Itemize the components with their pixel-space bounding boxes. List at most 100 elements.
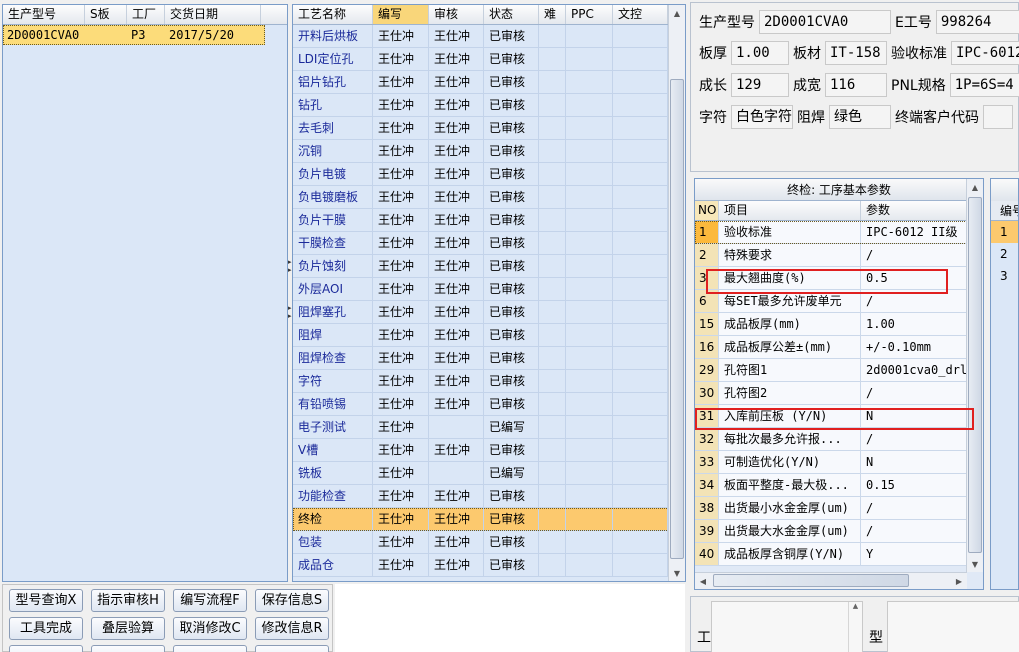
process-author: 王仕冲 bbox=[373, 94, 429, 116]
param-row[interactable]: 38 出货最小水金金厚(um) / bbox=[695, 497, 967, 520]
process-row[interactable]: 铣板 王仕冲 已编写 bbox=[293, 462, 685, 485]
process-row[interactable]: 负片蚀刻 王仕冲 王仕冲 已审核 bbox=[293, 255, 685, 278]
scroll-thumb[interactable] bbox=[670, 79, 684, 559]
col-author[interactable]: 编写 bbox=[373, 5, 429, 24]
process-row[interactable]: 成品仓 王仕冲 王仕冲 已审核 bbox=[293, 554, 685, 577]
process-row[interactable]: 功能检查 王仕冲 王仕冲 已审核 bbox=[293, 485, 685, 508]
process-row[interactable]: 钻孔 王仕冲 王仕冲 已审核 bbox=[293, 94, 685, 117]
partial-button[interactable] bbox=[173, 645, 247, 652]
process-row[interactable]: 电子测试 王仕冲 已编写 bbox=[293, 416, 685, 439]
process-row[interactable]: 有铅喷锡 王仕冲 王仕冲 已审核 bbox=[293, 393, 685, 416]
param-row[interactable]: 15 成品板厚(mm) 1.00 bbox=[695, 313, 967, 336]
col-value[interactable]: 参数 bbox=[861, 201, 967, 220]
col-doc-control[interactable]: 文控 bbox=[613, 5, 668, 24]
scroll-left-icon[interactable]: ◀ bbox=[695, 573, 711, 589]
scroll-up-icon[interactable]: ▲ bbox=[848, 602, 862, 652]
action-button-area: 型号查询X 指示审核H 编写流程F 保存信息S 工具完成 叠层验算 取消修改C … bbox=[2, 584, 333, 652]
bottom-text-area-b[interactable] bbox=[887, 601, 1019, 652]
side-grid-row[interactable]: 3 bbox=[991, 265, 1018, 287]
pnl-field[interactable]: 1P=6S=4 bbox=[949, 73, 1019, 97]
material-field[interactable]: IT-158 bbox=[825, 41, 887, 65]
length-field[interactable]: 129 bbox=[731, 73, 789, 97]
param-item: 出货最小水金金厚(um) bbox=[719, 497, 861, 519]
process-row[interactable]: 外层AOI 王仕冲 王仕冲 已审核 bbox=[293, 278, 685, 301]
process-row[interactable]: 铝片钻孔 王仕冲 王仕冲 已审核 bbox=[293, 71, 685, 94]
instruction-review-button[interactable]: 指示审核H bbox=[91, 589, 165, 612]
scroll-up-icon[interactable]: ▲ bbox=[669, 5, 685, 21]
param-row[interactable]: 39 出货最大水金金厚(um) / bbox=[695, 520, 967, 543]
side-grid-row[interactable]: 2 bbox=[991, 243, 1018, 265]
bottom-text-area-a[interactable]: ▲ bbox=[711, 601, 863, 652]
scroll-up-icon[interactable]: ▲ bbox=[967, 179, 983, 195]
cancel-modify-button[interactable]: 取消修改C bbox=[173, 617, 247, 640]
col-process-name[interactable]: 工艺名称 bbox=[293, 5, 373, 24]
col-ppc[interactable]: PPC bbox=[566, 5, 613, 24]
col-factory-header[interactable]: 工厂 bbox=[127, 5, 165, 24]
silk-field[interactable]: 白色字符 bbox=[731, 105, 793, 129]
scroll-down-icon[interactable]: ▼ bbox=[669, 565, 685, 581]
process-row[interactable]: 阻焊 王仕冲 王仕冲 已审核 bbox=[293, 324, 685, 347]
process-row[interactable]: 开料后烘板 王仕冲 王仕冲 已审核 bbox=[293, 25, 685, 48]
side-grid-row[interactable]: 1 bbox=[991, 221, 1018, 243]
param-row[interactable]: 16 成品板厚公差±(mm) +/-0.10mm bbox=[695, 336, 967, 359]
process-row[interactable]: 字符 王仕冲 王仕冲 已审核 bbox=[293, 370, 685, 393]
scroll-thumb[interactable] bbox=[968, 197, 982, 553]
param-scrollbar[interactable]: ▲ ▼ bbox=[966, 179, 983, 572]
param-row[interactable]: 40 成品板厚含铜厚(Y/N) Y bbox=[695, 543, 967, 566]
process-cell bbox=[566, 255, 613, 277]
process-row[interactable]: LDI定位孔 王仕冲 王仕冲 已审核 bbox=[293, 48, 685, 71]
write-flow-button[interactable]: 编写流程F bbox=[173, 589, 247, 612]
col-model-header[interactable]: 生产型号 bbox=[3, 5, 85, 24]
model-field[interactable]: 2D0001CVA0 bbox=[759, 10, 891, 34]
param-row[interactable]: 2 特殊要求 / bbox=[695, 244, 967, 267]
standard-field[interactable]: IPC-6012 bbox=[951, 41, 1019, 65]
process-row[interactable]: 干膜检查 王仕冲 王仕冲 已审核 bbox=[293, 232, 685, 255]
param-row[interactable]: 33 可制造优化(Y/N) N bbox=[695, 451, 967, 474]
process-row[interactable]: 去毛刺 王仕冲 王仕冲 已审核 bbox=[293, 117, 685, 140]
process-row[interactable]: 包装 王仕冲 王仕冲 已审核 bbox=[293, 531, 685, 554]
process-author: 王仕冲 bbox=[373, 255, 429, 277]
process-row[interactable]: 负片电镀 王仕冲 王仕冲 已审核 bbox=[293, 163, 685, 186]
process-row[interactable]: 负片干膜 王仕冲 王仕冲 已审核 bbox=[293, 209, 685, 232]
param-row[interactable]: 30 孔符图2/ bbox=[695, 382, 967, 405]
eid-field[interactable]: 998264 bbox=[935, 10, 1019, 34]
thickness-field[interactable]: 1.00 bbox=[731, 41, 789, 65]
scroll-thumb[interactable] bbox=[713, 573, 909, 587]
modify-info-button[interactable]: 修改信息R bbox=[255, 617, 329, 640]
scroll-down-icon[interactable]: ▼ bbox=[967, 556, 983, 572]
process-row[interactable]: 阻焊塞孔 王仕冲 王仕冲 已审核 bbox=[293, 301, 685, 324]
process-row[interactable]: 沉铜 王仕冲 王仕冲 已审核 bbox=[293, 140, 685, 163]
process-row[interactable]: 负电镀磨板 王仕冲 王仕冲 已审核 bbox=[293, 186, 685, 209]
partial-button[interactable] bbox=[91, 645, 165, 652]
param-row[interactable]: 32 每批次最多允许报... / bbox=[695, 428, 967, 451]
param-hscrollbar[interactable]: ◀ ▶ bbox=[695, 572, 967, 589]
partial-button[interactable] bbox=[255, 645, 329, 652]
param-row[interactable]: 29 孔符图1 2d0001cva0_drl_ bbox=[695, 359, 967, 382]
model-query-button[interactable]: 型号查询X bbox=[9, 589, 83, 612]
width-field[interactable]: 116 bbox=[825, 73, 887, 97]
col-reviewer[interactable]: 审核 bbox=[429, 5, 484, 24]
process-grid: 工艺名称 编写 审核 状态 难 PPC 文控 开料后烘板 王仕冲 王仕冲 已审核 LDI… bbox=[292, 4, 686, 582]
param-row[interactable]: 34 板面平整度-最大极... 0.15 bbox=[695, 474, 967, 497]
stack-check-button[interactable]: 叠层验算 bbox=[91, 617, 165, 640]
param-row[interactable]: 1 验收标准 IPC-6012 II级 bbox=[695, 221, 967, 244]
process-row[interactable]: V槽 王仕冲 王仕冲 已审核 bbox=[293, 439, 685, 462]
customer-field[interactable] bbox=[983, 105, 1013, 129]
col-item[interactable]: 项目 bbox=[719, 201, 861, 220]
mask-field[interactable]: 绿色 bbox=[829, 105, 891, 129]
scroll-right-icon[interactable]: ▶ bbox=[951, 573, 967, 589]
save-info-button[interactable]: 保存信息S bbox=[255, 589, 329, 612]
col-date-header[interactable]: 交货日期 bbox=[165, 5, 261, 24]
col-difficulty[interactable]: 难 bbox=[539, 5, 566, 24]
order-row[interactable]: 2D0001CVA0 P3 2017/5/20 bbox=[3, 25, 265, 45]
col-status[interactable]: 状态 bbox=[484, 5, 539, 24]
col-s-board-header[interactable]: S板 bbox=[85, 5, 127, 24]
tool-complete-button[interactable]: 工具完成 bbox=[9, 617, 83, 640]
partial-button[interactable] bbox=[9, 645, 83, 652]
param-item: 成品板厚(mm) bbox=[719, 313, 861, 335]
process-row[interactable]: 终检 王仕冲 王仕冲 已审核 bbox=[293, 508, 685, 531]
side-grid-header[interactable]: 编号 bbox=[991, 201, 1018, 221]
process-scrollbar[interactable]: ▲ ▼ bbox=[668, 5, 685, 581]
process-row[interactable]: 阻焊检查 王仕冲 王仕冲 已审核 bbox=[293, 347, 685, 370]
col-no[interactable]: NO bbox=[695, 201, 719, 220]
